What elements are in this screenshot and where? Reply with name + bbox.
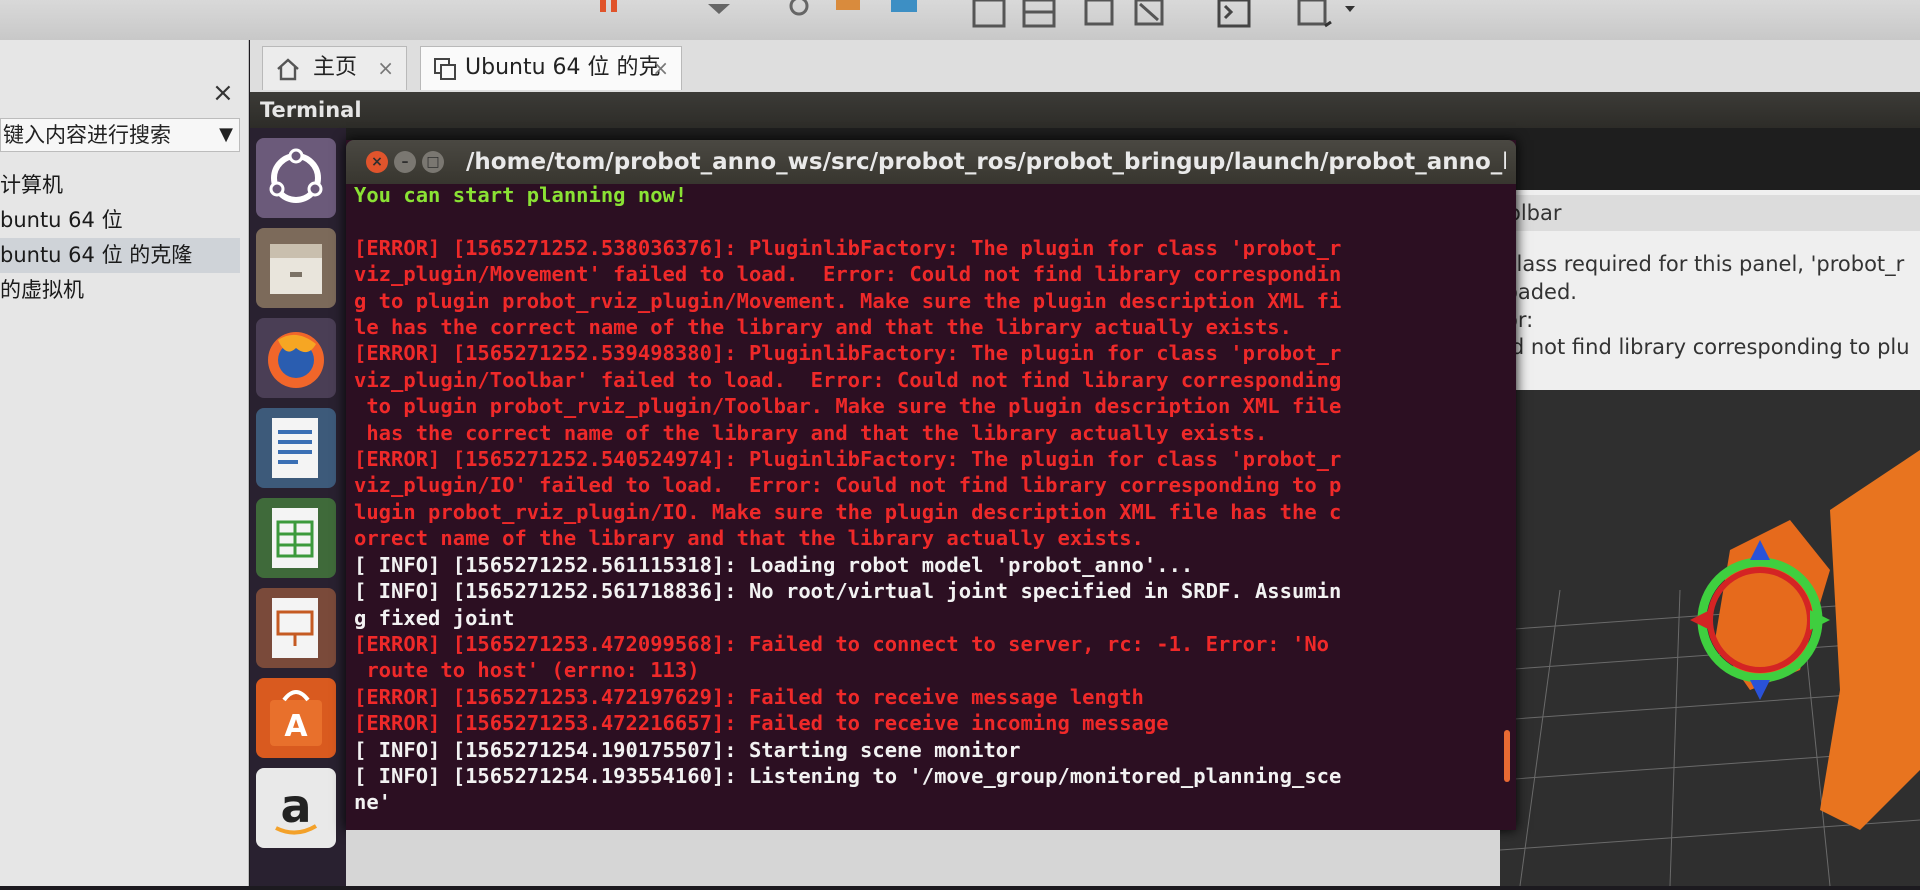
close-icon[interactable]: × xyxy=(652,47,669,89)
fullscreen-icon[interactable] xyxy=(1295,0,1333,30)
terminal-line: [ERROR] [1565271252.539498380]: Pluginli… xyxy=(354,341,1342,366)
terminal-line: to plugin probot_rviz_plugin/Toolbar. Ma… xyxy=(354,394,1342,419)
terminal-line: [ERROR] [1565271252.540524974]: Pluginli… xyxy=(354,447,1342,472)
fit-guest-icon[interactable] xyxy=(1080,0,1118,30)
manage-snapshots-icon[interactable] xyxy=(830,0,868,30)
tab-label: 主页 xyxy=(313,55,358,80)
terminal-line: [ INFO] [1565271252.561718836]: No root/… xyxy=(354,579,1342,604)
terminal-output[interactable]: You can start planning now!​[ERROR] [156… xyxy=(354,182,1504,822)
chevron-down-icon[interactable]: ▼ xyxy=(219,119,233,151)
close-window-button[interactable]: × xyxy=(366,151,388,173)
terminal-line: You can start planning now! xyxy=(354,183,688,207)
close-icon: × xyxy=(371,154,383,170)
terminal-line: viz_plugin/IO' failed to load. Error: Co… xyxy=(354,473,1342,498)
unity-launcher: A a xyxy=(250,128,346,886)
tab-home[interactable]: 主页 × xyxy=(262,46,407,90)
terminal-line: [ INFO] [1565271252.561115318]: Loading … xyxy=(354,552,1194,577)
svg-text:A: A xyxy=(284,709,308,744)
library-item-selected[interactable]: buntu 64 位 的克隆 xyxy=(0,238,240,273)
calc-icon[interactable] xyxy=(256,498,336,578)
terminal-line: [ERROR] [1565271253.472197629]: Failed t… xyxy=(354,684,1144,709)
tab-bar: 主页 × Ubuntu 64 位 的克隆 × xyxy=(250,40,1920,122)
console-view-icon[interactable] xyxy=(970,0,1008,30)
library-item[interactable]: 的虚拟机 xyxy=(0,273,240,308)
terminal-line: [ INFO] [1565271254.190175507]: Starting… xyxy=(354,737,1021,762)
files-icon[interactable] xyxy=(256,228,336,308)
terminal-titlebar[interactable]: × – □ /home/tom/probot_anno_ws/src/probo… xyxy=(346,140,1516,184)
terminal-line: [ERROR] [1565271253.472216657]: Failed t… xyxy=(354,711,1169,736)
impress-icon[interactable] xyxy=(256,588,336,668)
maximize-window-button[interactable]: □ xyxy=(422,151,444,173)
ubuntu-dash-icon[interactable] xyxy=(256,138,336,218)
terminal-line: g fixed joint xyxy=(354,605,515,630)
power-icon[interactable] xyxy=(590,0,628,30)
close-icon[interactable]: × xyxy=(212,78,234,108)
minimize-icon: – xyxy=(401,154,409,170)
library-item[interactable]: 计算机 xyxy=(0,168,240,203)
rviz-error-line: ld not find library corresponding to plu xyxy=(1505,335,1910,359)
terminal-line: [ INFO] [1565271254.193554160]: Listenin… xyxy=(354,763,1342,788)
ubuntu-top-panel: Terminal xyxy=(250,92,1920,128)
terminal-line: viz_plugin/Toolbar' failed to load. Erro… xyxy=(354,367,1342,392)
terminal-line: lugin probot_rviz_plugin/IO. Make sure t… xyxy=(354,499,1342,524)
terminal-line: route to host' (errno: 113) xyxy=(354,658,700,683)
close-icon[interactable]: × xyxy=(377,47,394,89)
library-item[interactable]: buntu 64 位 xyxy=(0,203,240,238)
terminal-line: [ERROR] [1565271252.538036376]: Pluginli… xyxy=(354,235,1342,260)
host-toolbar xyxy=(0,0,1920,40)
library-tree: 计算机 buntu 64 位 buntu 64 位 的克隆 的虚拟机 xyxy=(0,168,240,308)
active-app-title: Terminal xyxy=(260,98,362,122)
amazon-icon[interactable]: a xyxy=(256,768,336,848)
revert-icon[interactable] xyxy=(780,0,818,30)
snapshot-icon[interactable] xyxy=(700,0,738,30)
terminal-line: le has the correct name of the library a… xyxy=(354,315,1292,340)
terminal-line: ne' xyxy=(354,790,392,815)
vm-icon xyxy=(434,58,456,80)
split-view-icon[interactable] xyxy=(1020,0,1058,30)
firefox-icon[interactable] xyxy=(256,318,336,398)
terminal-line: g to plugin probot_rviz_plugin/Movement.… xyxy=(354,288,1342,313)
fit-window-icon[interactable] xyxy=(1130,0,1168,30)
rviz-error-line: class required for this panel, 'probot_r xyxy=(1505,252,1905,276)
host-status-strip xyxy=(346,830,1500,886)
tab-ubuntu-clone[interactable]: Ubuntu 64 位 的克隆 × xyxy=(420,46,682,122)
maximize-icon: □ xyxy=(426,154,440,170)
terminal-scrollbar[interactable] xyxy=(1504,730,1510,782)
terminal-line: [ERROR] [1565271253.472099568]: Failed t… xyxy=(354,631,1330,656)
terminal-window[interactable]: × – □ /home/tom/probot_anno_ws/src/probo… xyxy=(346,140,1516,830)
terminal-line: orrect name of the library and that the … xyxy=(354,526,1144,551)
rviz-panel-title: olbar xyxy=(1500,195,1920,231)
library-icon[interactable] xyxy=(885,0,923,30)
library-panel: × 键入内容进行搜索 ▼ 计算机 buntu 64 位 buntu 64 位 的… xyxy=(0,40,249,886)
rviz-3d-view[interactable] xyxy=(1499,390,1920,887)
terminal-icon[interactable] xyxy=(1215,0,1253,30)
terminal-line: viz_plugin/Movement' failed to load. Err… xyxy=(354,262,1342,287)
software-center-icon[interactable]: A xyxy=(256,678,336,758)
home-icon xyxy=(277,58,299,81)
terminal-line: ​ xyxy=(354,208,1504,234)
chevron-down-icon[interactable] xyxy=(1335,0,1373,30)
terminal-line: has the correct name of the library and … xyxy=(354,420,1268,445)
search-placeholder: 键入内容进行搜索 xyxy=(3,123,171,147)
terminal-title: /home/tom/probot_anno_ws/src/probot_ros/… xyxy=(466,149,1506,175)
library-search-input[interactable]: 键入内容进行搜索 ▼ xyxy=(0,118,240,152)
writer-icon[interactable] xyxy=(256,408,336,488)
minimize-window-button[interactable]: – xyxy=(394,151,416,173)
svg-text:a: a xyxy=(280,779,311,833)
